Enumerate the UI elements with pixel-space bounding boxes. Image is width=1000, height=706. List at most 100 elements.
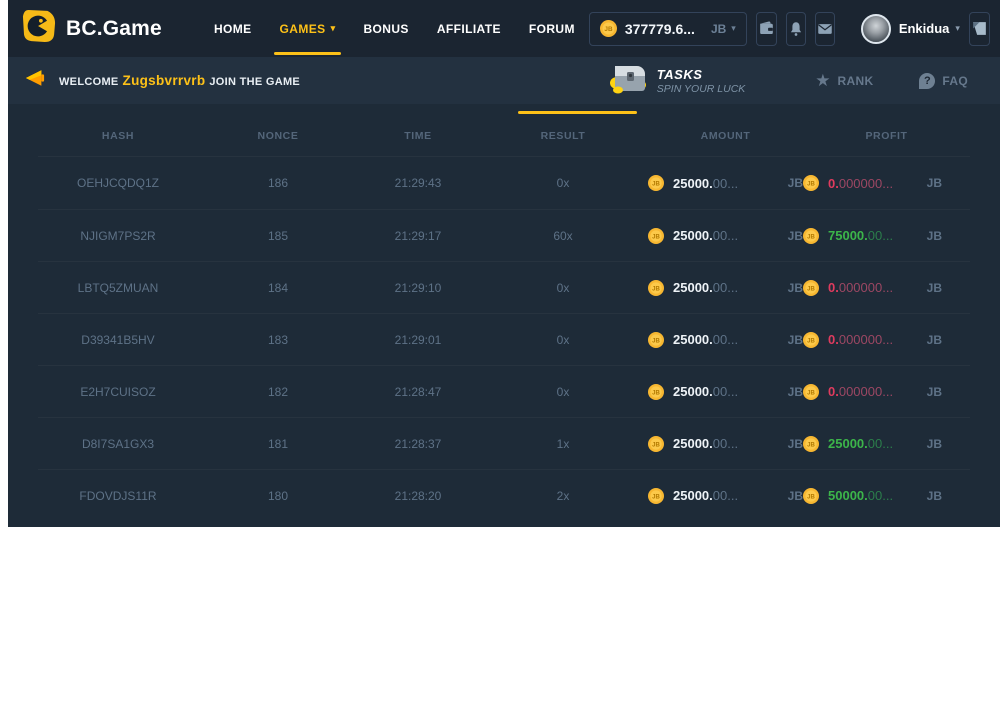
logo-text: BC.Game — [66, 17, 162, 41]
svg-text:JB: JB — [807, 181, 815, 187]
bet-nonce: 183 — [198, 333, 358, 347]
avatar — [861, 14, 891, 44]
amount-currency: JB — [788, 281, 803, 295]
bet-amount: JB 25000.00... JB — [648, 488, 803, 504]
username: Enkidua — [899, 21, 950, 36]
coin-icon: JB — [803, 384, 819, 400]
bet-nonce: 181 — [198, 437, 358, 451]
coin-icon: JB — [648, 228, 664, 244]
bell-icon — [787, 20, 805, 38]
bet-time: 21:28:20 — [358, 489, 478, 503]
wallet-button[interactable] — [756, 12, 777, 46]
coin-icon: JB — [803, 436, 819, 452]
svg-text:JB: JB — [807, 390, 815, 396]
bet-nonce: 186 — [198, 176, 358, 190]
bet-hash: E2H7CUISOZ — [38, 385, 198, 399]
profit-currency: JB — [927, 229, 942, 243]
table-row[interactable]: NJIGM7PS2R 185 21:29:17 60x JB 25000.00.… — [38, 209, 970, 261]
table-row[interactable]: D8I7SA1GX3 181 21:28:37 1x JB 25000.00..… — [38, 417, 970, 469]
coin-icon: JB — [648, 280, 664, 296]
bet-amount: JB 25000.00... JB — [648, 175, 803, 191]
col-nonce: NONCE — [198, 130, 358, 142]
coin-icon: JB — [648, 332, 664, 348]
amount-currency: JB — [788, 333, 803, 347]
chevron-down-icon: ▾ — [955, 23, 960, 34]
bet-time: 21:28:37 — [358, 437, 478, 451]
amount-value: 25000.00... — [673, 176, 738, 191]
welcome-banner: WELCOMEZugsbvrrvrbJOIN THE GAME TASKS SP… — [8, 57, 1000, 104]
messages-button[interactable] — [815, 12, 835, 46]
amount-currency: JB — [788, 489, 803, 503]
coin-icon: JB — [648, 488, 664, 504]
amount-value: 25000.00... — [673, 384, 738, 399]
svg-text:JB: JB — [807, 286, 815, 292]
svg-text:JB: JB — [807, 494, 815, 500]
table-row[interactable]: D39341B5HV 183 21:29:01 0x JB 25000.00..… — [38, 313, 970, 365]
table-row[interactable]: FDOVDJS11R 180 21:28:20 2x JB 25000.00..… — [38, 469, 970, 521]
welcome-message: WELCOMEZugsbvrrvrbJOIN THE GAME — [59, 73, 300, 88]
col-amount: AMOUNT — [648, 130, 803, 142]
tasks-subtitle: SPIN YOUR LUCK — [657, 83, 746, 95]
balance-currency: JB — [711, 22, 726, 36]
treasure-chest-icon — [607, 61, 649, 100]
nav-games[interactable]: GAMES ▾ — [266, 0, 350, 57]
profit-value: 0.000000... — [828, 384, 893, 399]
coin-icon: JB — [803, 332, 819, 348]
bet-time: 21:29:17 — [358, 229, 478, 243]
bcgame-logo[interactable]: BC.Game — [22, 9, 162, 48]
chat-button[interactable] — [969, 12, 990, 46]
bet-result: 0x — [478, 281, 648, 295]
faq-link[interactable]: ? FAQ — [919, 73, 968, 89]
table-header: HASH NONCE TIME RESULT AMOUNT PROFIT — [38, 104, 970, 157]
bet-time: 21:29:01 — [358, 333, 478, 347]
bcgame-logo-icon — [22, 9, 56, 48]
selected-tab-indicator — [518, 111, 637, 114]
user-menu[interactable]: Enkidua ▾ — [861, 14, 960, 44]
profit-currency: JB — [927, 437, 942, 451]
nav-forum[interactable]: FORUM — [515, 0, 589, 57]
tasks-widget[interactable]: TASKS SPIN YOUR LUCK — [607, 61, 746, 100]
coin-icon: JB — [803, 280, 819, 296]
bet-amount: JB 25000.00... JB — [648, 228, 803, 244]
bet-hash: D39341B5HV — [38, 333, 198, 347]
table-row[interactable]: E2H7CUISOZ 182 21:28:47 0x JB 25000.00..… — [38, 365, 970, 417]
table-row[interactable]: OEHJCQDQ1Z 186 21:29:43 0x JB 25000.00..… — [38, 157, 970, 209]
chevron-down-icon: ▾ — [331, 23, 336, 34]
profit-currency: JB — [927, 489, 942, 503]
rank-link[interactable]: ★ RANK — [815, 71, 873, 91]
coin-icon: JB — [803, 228, 819, 244]
amount-currency: JB — [788, 437, 803, 451]
nav-affiliate[interactable]: AFFILIATE — [423, 0, 515, 57]
question-mark-icon: ? — [919, 73, 935, 89]
star-icon: ★ — [815, 71, 830, 91]
profit-currency: JB — [927, 281, 942, 295]
profit-currency: JB — [927, 385, 942, 399]
coin-icon: JB — [648, 384, 664, 400]
svg-text:JB: JB — [652, 181, 660, 187]
bet-profit: JB 0.000000... JB — [803, 175, 970, 191]
bets-panel: HASH NONCE TIME RESULT AMOUNT PROFIT OEH… — [8, 104, 1000, 527]
table-row[interactable]: LBTQ5ZMUAN 184 21:29:10 0x JB 25000.00..… — [38, 261, 970, 313]
amount-currency: JB — [788, 385, 803, 399]
amount-currency: JB — [788, 229, 803, 243]
bet-profit: JB 75000.00... JB — [803, 228, 970, 244]
megaphone-icon — [24, 68, 46, 93]
coin-icon: JB — [600, 20, 617, 37]
welcome-username: Zugsbvrrvrb — [123, 73, 206, 88]
coin-icon: JB — [803, 488, 819, 504]
bet-hash: OEHJCQDQ1Z — [38, 176, 198, 190]
bet-profit: JB 0.000000... JB — [803, 384, 970, 400]
nav-home[interactable]: HOME — [200, 0, 266, 57]
nav-bonus[interactable]: BONUS — [349, 0, 422, 57]
bet-time: 21:29:43 — [358, 176, 478, 190]
bet-result: 60x — [478, 229, 648, 243]
svg-text:JB: JB — [604, 26, 613, 33]
table-body: OEHJCQDQ1Z 186 21:29:43 0x JB 25000.00..… — [8, 157, 1000, 521]
notifications-button[interactable] — [786, 12, 806, 46]
wallet-icon — [757, 19, 776, 38]
bet-result: 0x — [478, 385, 648, 399]
bet-time: 21:29:10 — [358, 281, 478, 295]
balance-selector[interactable]: JB 377779.6... JB ▾ — [589, 12, 747, 46]
bet-profit: JB 0.000000... JB — [803, 332, 970, 348]
amount-value: 25000.00... — [673, 436, 738, 451]
